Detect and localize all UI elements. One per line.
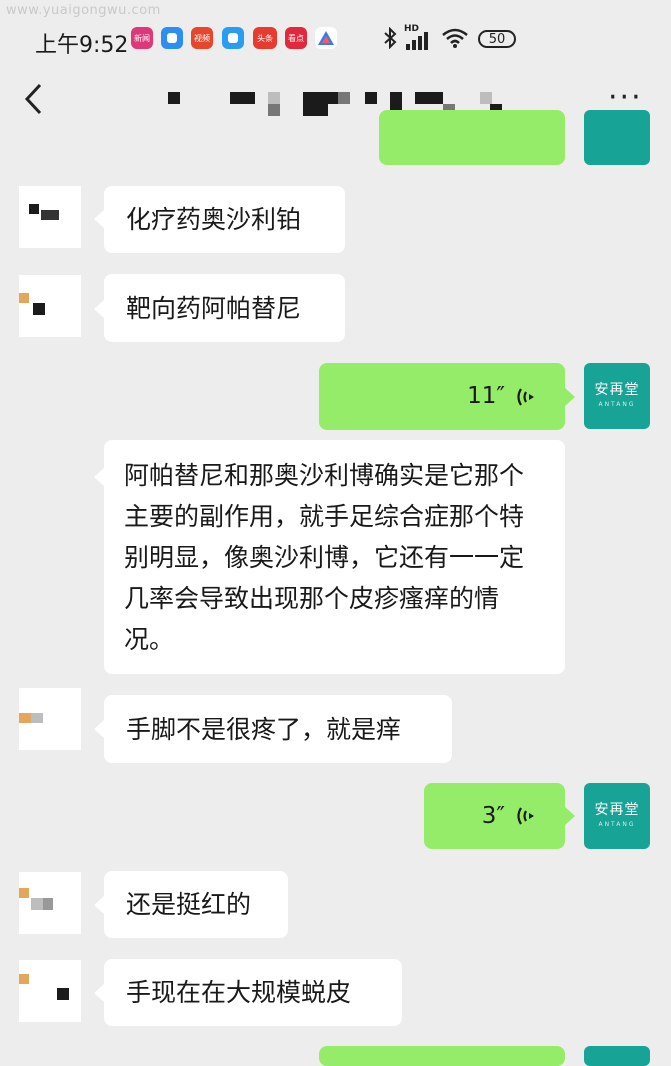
message-bubble-in[interactable]: 阿帕替尼和那奥沙利博确实是它那个主要的副作用，就手足综合症那个特别明显，像奥沙利… <box>104 440 565 674</box>
back-button[interactable] <box>22 82 46 120</box>
message-text: 阿帕替尼和那奥沙利博确实是它那个主要的副作用，就手足综合症那个特别明显，像奥沙利… <box>124 461 525 654</box>
signal-icon: HD <box>404 24 432 52</box>
message-text: 还是挺红的 <box>126 890 252 919</box>
status-time: 上午9:52 <box>35 33 129 58</box>
voice-wave-icon <box>517 387 534 406</box>
avatar-out-subtitle: ANTANG <box>598 821 636 828</box>
battery-indicator: 50 <box>478 30 516 48</box>
triangle-app-icon <box>315 27 337 49</box>
avatar-out[interactable] <box>584 110 650 165</box>
voice-wave-icon <box>517 807 534 825</box>
avatar-in[interactable] <box>19 960 81 1022</box>
avatar-in[interactable] <box>19 688 81 750</box>
kandian-app-icon: 看点 <box>285 27 307 49</box>
avatar-in[interactable] <box>19 186 81 248</box>
wifi-icon <box>441 24 469 52</box>
avatar-out[interactable]: 安再堂 ANTANG <box>584 783 650 849</box>
message-bubble-in[interactable]: 化疗药奥沙利铂 <box>104 186 345 253</box>
message-bubble-out[interactable] <box>379 110 565 165</box>
avatar-in[interactable] <box>19 275 81 337</box>
avatar-out-title: 安再堂 <box>594 382 640 398</box>
avatar-out-subtitle: ANTANG <box>598 401 636 408</box>
blue-app-2-icon <box>222 27 244 49</box>
message-text: 手现在在大规模蜕皮 <box>126 978 352 1007</box>
more-button[interactable]: ··· <box>608 83 643 113</box>
message-bubble-in[interactable]: 靶向药阿帕替尼 <box>104 274 345 342</box>
watermark: www.yuaigongwu.com <box>6 3 161 18</box>
avatar-out[interactable] <box>584 1046 650 1066</box>
message-bubble-out[interactable] <box>319 1046 565 1066</box>
voice-duration: 3″ <box>481 802 505 829</box>
message-text: 手脚不是很疼了，就是痒 <box>126 715 402 744</box>
message-bubble-in[interactable]: 还是挺红的 <box>104 871 288 938</box>
message-text: 化疗药奥沙利铂 <box>126 205 302 234</box>
toutiao-app-icon: 头条 <box>253 27 277 49</box>
avatar-out-title: 安再堂 <box>594 802 640 818</box>
message-bubble-in[interactable]: 手现在在大规模蜕皮 <box>104 959 402 1026</box>
message-text: 靶向药阿帕替尼 <box>126 294 302 323</box>
voice-duration: 11″ <box>467 383 505 409</box>
avatar-in[interactable] <box>19 872 81 934</box>
news-app-icon: 新闻 <box>131 27 153 49</box>
voice-message-bubble[interactable]: 11″ <box>319 363 565 430</box>
voice-message-bubble[interactable]: 3″ <box>424 783 565 849</box>
avatar-out[interactable]: 安再堂 ANTANG <box>584 363 650 429</box>
message-bubble-in[interactable]: 手脚不是很疼了，就是痒 <box>104 695 452 763</box>
video-app-icon: 视频 <box>191 27 213 49</box>
blue-app-icon <box>161 27 183 49</box>
bluetooth-icon <box>383 24 397 52</box>
chevron-left-icon <box>24 83 42 115</box>
